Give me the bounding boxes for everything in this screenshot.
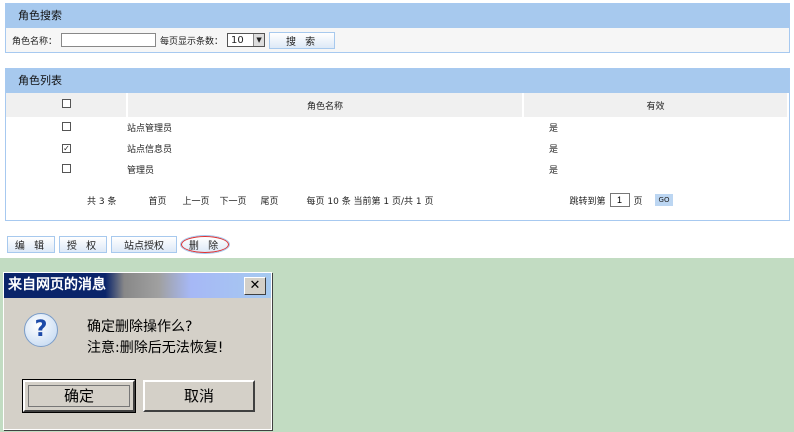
edit-button[interactable]: 编 辑: [7, 236, 55, 253]
table-row: 管理员 是: [6, 159, 788, 180]
column-header-name: 角色名称: [127, 93, 524, 117]
role-list-panel: 角色列表 角色名称 有效 站点管理员 是 ✓ 站点信息员 是 管理员 是 共 3…: [5, 68, 790, 221]
delete-button[interactable]: 删 除: [180, 235, 230, 254]
row-checkbox[interactable]: [62, 121, 71, 131]
row-checkbox[interactable]: [62, 163, 71, 173]
role-valid: 是: [549, 145, 559, 155]
question-icon: ?: [24, 313, 58, 347]
go-button[interactable]: GO: [654, 194, 674, 206]
role-table: 角色名称 有效 站点管理员 是 ✓ 站点信息员 是 管理员 是: [6, 93, 789, 180]
action-bar: 编 辑 授 权 站点授权 删 除: [7, 235, 230, 254]
jump-page-input[interactable]: [609, 193, 630, 207]
page-size-select[interactable]: 10 ▼: [227, 33, 266, 47]
search-panel: 角色搜索 角色名称： 每页显示条数： 10 ▼ 搜 索: [5, 3, 790, 53]
role-name-label: 角色名称：: [12, 36, 58, 47]
cancel-button[interactable]: 取消: [143, 380, 255, 412]
table-row: 站点管理员 是: [6, 117, 788, 138]
page-size-label: 每页显示条数：: [160, 36, 224, 47]
row-checkbox[interactable]: ✓: [62, 143, 71, 153]
role-name: 站点管理员: [127, 124, 173, 134]
table-row: ✓ 站点信息员 是: [6, 138, 788, 159]
role-name-input[interactable]: [61, 33, 157, 47]
role-valid: 是: [549, 166, 559, 176]
role-list-title: 角色列表: [6, 69, 789, 93]
confirm-dialog: 来自网页的消息 ✕ ? 确定删除操作么? 注意:删除后无法恢复! 确定 取消: [3, 272, 272, 430]
first-page-link[interactable]: 首页: [148, 194, 166, 207]
close-icon[interactable]: ✕: [244, 277, 266, 295]
search-panel-title: 角色搜索: [6, 4, 789, 28]
pagination: 共 3 条 首页 上一页 下一页 尾页 每页 10 条 当前第 1 页/共 1 …: [6, 187, 789, 213]
ok-button[interactable]: 确定: [22, 379, 136, 413]
page-info: 每页 10 条 当前第 1 页/共 1 页: [306, 196, 434, 207]
page-size-value: 10: [231, 34, 244, 46]
dialog-message-line2: 注意:删除后无法恢复!: [87, 340, 224, 356]
prev-page-link[interactable]: 上一页: [182, 194, 209, 207]
site-grant-button[interactable]: 站点授权: [111, 236, 177, 253]
chevron-down-icon: ▼: [253, 34, 265, 46]
last-page-link[interactable]: 尾页: [261, 194, 279, 207]
grant-button[interactable]: 授 权: [59, 236, 107, 253]
role-valid: 是: [549, 124, 559, 134]
total-count: 共 3 条: [87, 196, 117, 207]
column-header-valid: 有效: [523, 93, 789, 117]
next-page-link[interactable]: 下一页: [219, 194, 246, 207]
role-name: 管理员: [127, 166, 155, 176]
jump-label: 跳转到第: [569, 196, 606, 207]
dialog-message-line1: 确定删除操作么?: [87, 319, 193, 335]
dialog-title: 来自网页的消息: [4, 273, 271, 298]
page-unit: 页: [633, 196, 643, 207]
role-name: 站点信息员: [127, 145, 173, 155]
search-button[interactable]: 搜 索: [269, 31, 336, 49]
role-management-page: 角色搜索 角色名称： 每页显示条数： 10 ▼ 搜 索 角色列表 角色名称 有效 …: [0, 0, 794, 258]
select-all-checkbox[interactable]: [61, 99, 71, 108]
